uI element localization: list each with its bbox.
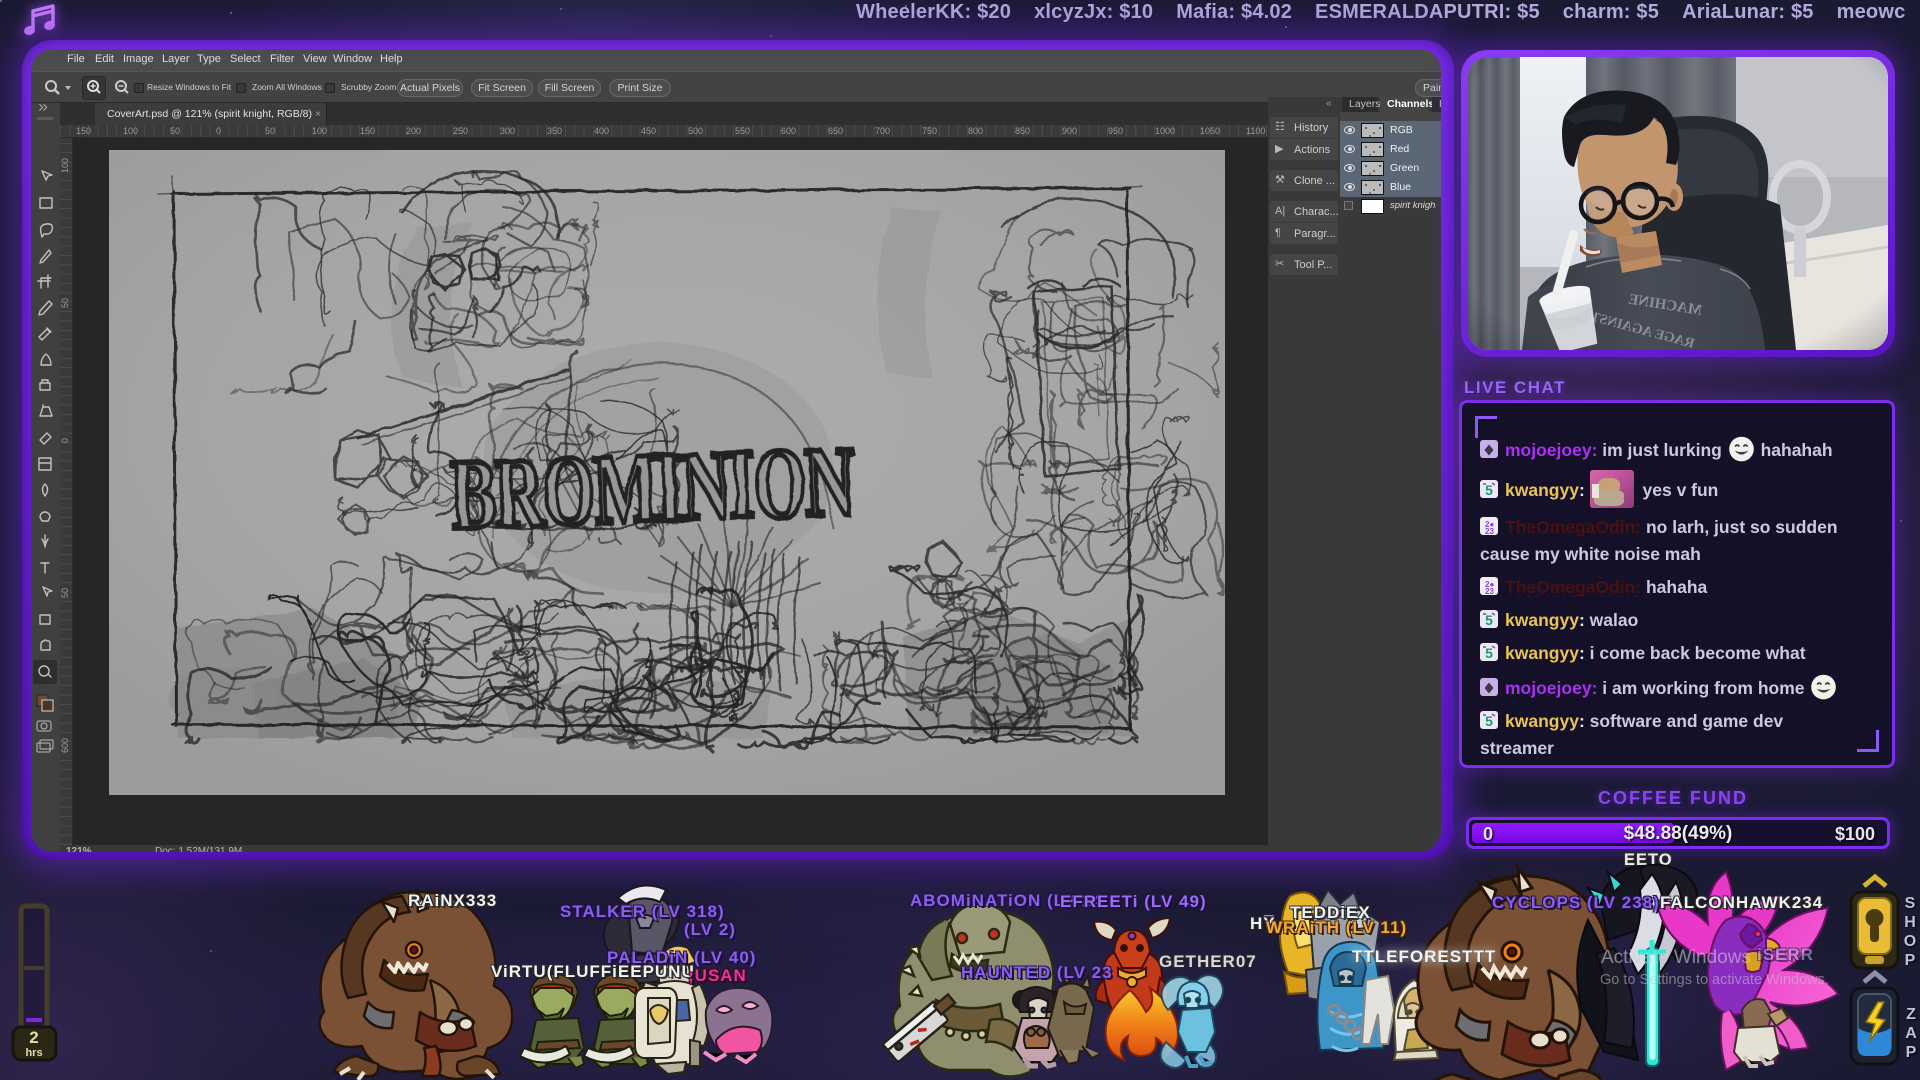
svg-text:23: 23 (1485, 527, 1494, 536)
svg-text:5: 5 (1485, 713, 1493, 729)
svg-text:BROMINION: BROMINION (449, 426, 856, 550)
svg-text:2: 2 (29, 1028, 38, 1047)
svg-text:hrs: hrs (25, 1047, 42, 1059)
svg-text:5: 5 (1485, 482, 1493, 498)
svg-text:5: 5 (1485, 612, 1493, 628)
svg-text:23: 23 (1485, 587, 1494, 596)
svg-text:5: 5 (1485, 645, 1493, 661)
